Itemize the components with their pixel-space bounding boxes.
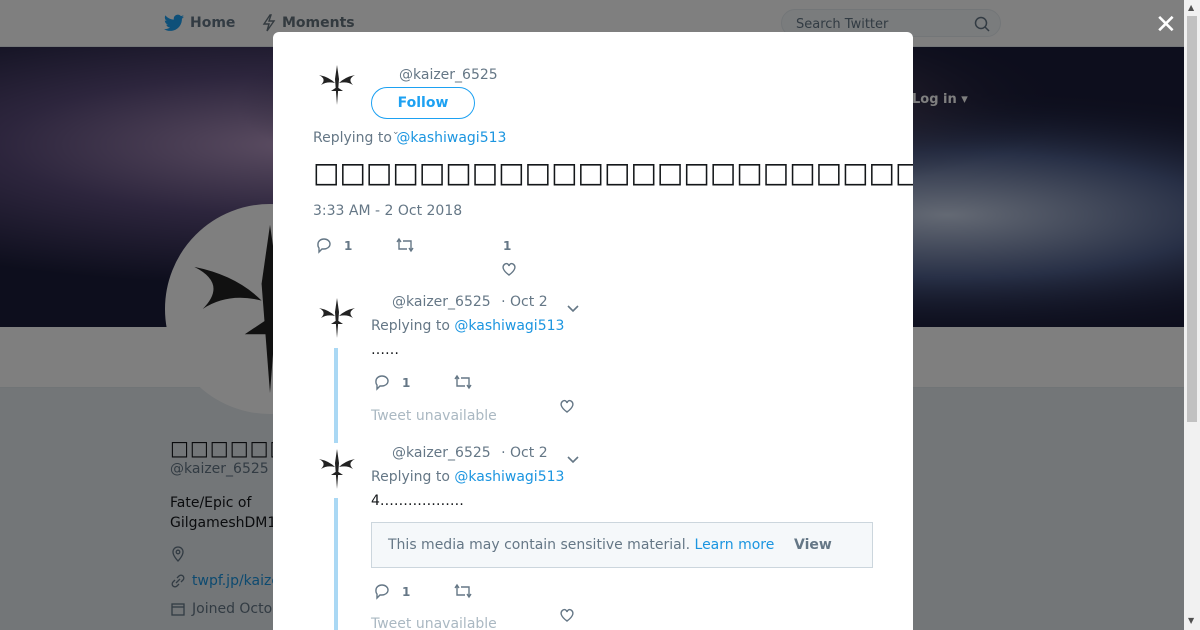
- thread-avatar[interactable]: [313, 445, 361, 493]
- thread-handle[interactable]: @kaizer_6525: [392, 445, 491, 461]
- thread-line: [334, 498, 338, 630]
- view-media-button[interactable]: View: [794, 537, 832, 553]
- close-icon[interactable]: ✕: [1155, 12, 1177, 38]
- replying-prefix: Replying to: [371, 318, 450, 334]
- replying-to-link[interactable]: @kashiwagi513: [396, 130, 506, 146]
- thread-tweet-text: 4………………: [371, 493, 464, 509]
- retweet-icon[interactable]: [453, 582, 473, 600]
- reply-count: 1: [344, 239, 353, 253]
- emblem-logo-icon: [319, 298, 355, 338]
- thread-replying-to: Replying to @kashiwagi513: [371, 318, 564, 334]
- scroll-down-arrow-icon[interactable]: ▼: [1188, 616, 1194, 625]
- follow-button[interactable]: Follow: [371, 87, 475, 119]
- reply-icon[interactable]: [315, 236, 333, 254]
- chevron-down-icon[interactable]: [567, 449, 579, 468]
- heart-icon[interactable]: [558, 397, 576, 415]
- tweet-text: □□□□□□□□□□□□□□□□□□□□□□□: [313, 156, 913, 189]
- thread-handle[interactable]: @kaizer_6525: [392, 294, 491, 310]
- thread-line: [334, 348, 338, 443]
- tweet-unavailable: Tweet unavailable: [371, 408, 497, 424]
- reply-icon[interactable]: [373, 373, 391, 391]
- retweet-icon[interactable]: [395, 236, 415, 254]
- thread-avatar[interactable]: [313, 294, 361, 342]
- reply-count: 1: [402, 376, 411, 390]
- emblem-logo-icon: [319, 449, 355, 489]
- thread-tweet-text: ……: [371, 342, 399, 358]
- page-scrollbar[interactable]: ▲ ▼: [1184, 0, 1200, 630]
- scroll-up-arrow-icon[interactable]: ▲: [1188, 3, 1194, 12]
- reply-count: 1: [402, 585, 411, 599]
- thread-date[interactable]: · Oct 2: [501, 294, 547, 310]
- like-count: 1: [503, 239, 512, 253]
- replying-to-link[interactable]: @kashiwagi513: [454, 318, 564, 334]
- sensitive-notice-text: This media may contain sensitive materia…: [388, 537, 774, 553]
- thread-replying-to: Replying to @kashiwagi513: [371, 469, 564, 485]
- replying-to-link[interactable]: @kashiwagi513: [454, 469, 564, 485]
- tweet-author-handle[interactable]: @kaizer_6525: [399, 67, 498, 83]
- heart-icon[interactable]: [500, 260, 518, 278]
- replying-prefix: Replying to: [371, 469, 450, 485]
- retweet-icon[interactable]: [453, 373, 473, 391]
- thread-tweet-header: @kaizer_6525 · Oct 2: [392, 294, 548, 310]
- learn-more-link[interactable]: Learn more: [695, 537, 775, 553]
- sensitive-message: This media may contain sensitive materia…: [388, 537, 691, 553]
- heart-icon[interactable]: [558, 606, 576, 624]
- replying-to: Replying to @kashiwagi513: [313, 130, 506, 146]
- tweet-permalink-modal: @kaizer_6525 Follow ⌄ Replying to @kashi…: [273, 32, 913, 630]
- scrollbar-thumb[interactable]: [1187, 16, 1197, 422]
- thread-tweet-header: @kaizer_6525 · Oct 2: [392, 445, 548, 461]
- sensitive-media-notice: This media may contain sensitive materia…: [371, 522, 873, 568]
- reply-icon[interactable]: [373, 582, 391, 600]
- emblem-logo-icon: [319, 65, 355, 105]
- tweet-unavailable: Tweet unavailable: [371, 616, 497, 630]
- replying-prefix: Replying to: [313, 130, 392, 146]
- tweet-author-avatar[interactable]: [313, 61, 361, 109]
- tweet-timestamp[interactable]: 3:33 AM - 2 Oct 2018: [313, 203, 462, 219]
- chevron-down-icon[interactable]: [567, 298, 579, 317]
- thread-date[interactable]: · Oct 2: [501, 445, 547, 461]
